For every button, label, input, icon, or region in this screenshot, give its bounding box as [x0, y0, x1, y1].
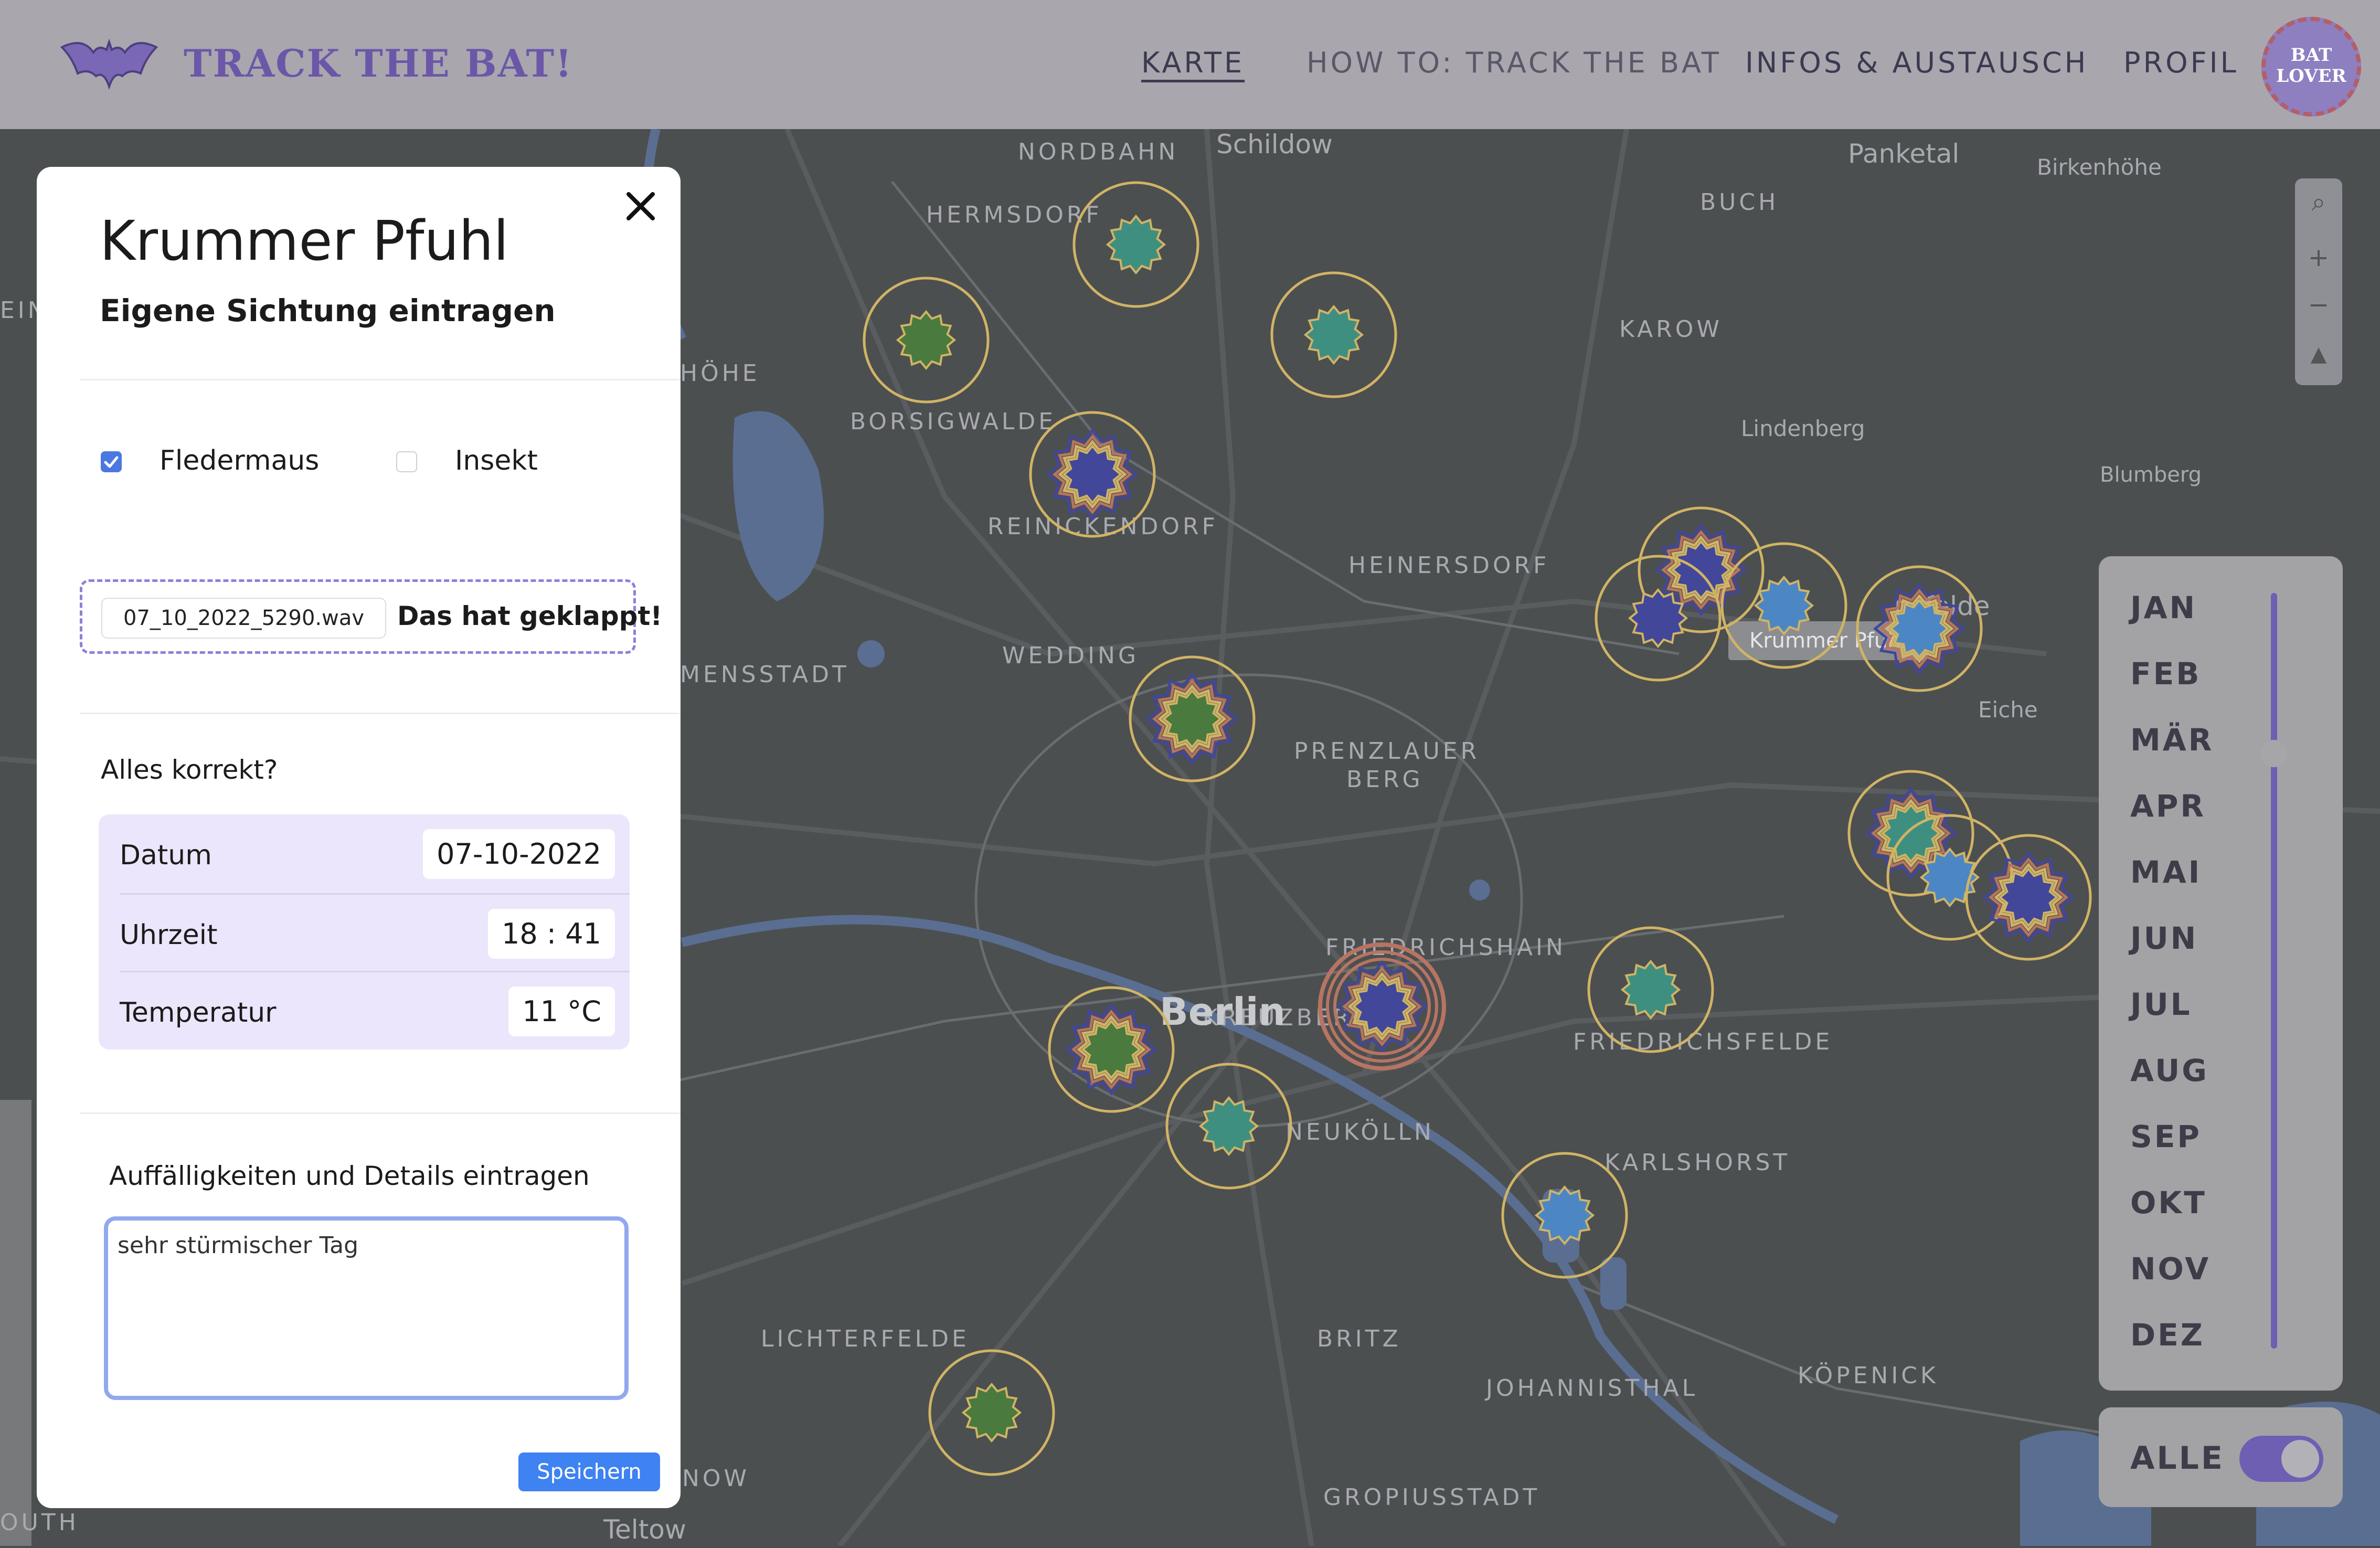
sighting-star[interactable]: [961, 1382, 1022, 1443]
bat-logo-icon[interactable]: [57, 31, 162, 100]
month-slider-track[interactable]: [2271, 593, 2277, 1349]
checkbox-fledermaus[interactable]: [101, 451, 122, 472]
checkmark-icon: [104, 456, 119, 468]
time-field[interactable]: 18 : 41: [488, 909, 615, 959]
avatar-line1: BAT: [2290, 45, 2332, 66]
alle-toggle[interactable]: [2239, 1436, 2323, 1482]
map-controls: ⌕ + − ▲: [2295, 178, 2342, 385]
checkbox-fledermaus-label[interactable]: Fledermaus: [160, 445, 319, 476]
map-search-icon[interactable]: ⌕: [2295, 178, 2342, 226]
sighting-modal: Krummer Pfuhl Eigene Sichtung eintragen …: [37, 167, 681, 1508]
close-icon[interactable]: [622, 188, 659, 225]
compass-icon[interactable]: ▲: [2295, 331, 2342, 378]
month-sep[interactable]: SEP: [2130, 1119, 2202, 1154]
month-slider-handle[interactable]: [2260, 740, 2288, 767]
nav-profil[interactable]: PROFIL: [2123, 46, 2239, 79]
month-apr[interactable]: APR: [2130, 788, 2206, 824]
sighting-star[interactable]: [1198, 1096, 1259, 1157]
zoom-out-icon[interactable]: −: [2295, 281, 2342, 328]
detail-label: Uhrzeit: [120, 919, 218, 951]
month-jul[interactable]: JUL: [2130, 987, 2192, 1022]
alle-panel: ALLE: [2099, 1407, 2343, 1507]
notes-label: Auffälligkeiten und Details eintragen: [109, 1161, 590, 1191]
divider: [80, 379, 681, 380]
temperature-field[interactable]: 11 °C: [508, 987, 615, 1036]
file-name-chip[interactable]: 07_10_2022_5290.wav: [101, 598, 387, 639]
month-filter-panel: JAN FEB MÄR APR MAI JUN JUL AUG SEP OKT …: [2099, 556, 2343, 1391]
top-header: TRACK THE BAT! KARTE HOW TO: TRACK THE B…: [0, 0, 2380, 129]
month-nov[interactable]: NOV: [2130, 1251, 2211, 1287]
confirm-label: Alles korrekt?: [101, 755, 278, 785]
month-okt[interactable]: OKT: [2130, 1185, 2207, 1221]
save-button[interactable]: Speichern: [518, 1452, 660, 1491]
modal-subtitle: Eigene Sichtung eintragen: [100, 293, 556, 328]
alle-toggle-knob: [2281, 1440, 2319, 1478]
logo-text[interactable]: TRACK THE BAT!: [184, 41, 573, 86]
notes-textarea[interactable]: sehr stürmischer Tag: [104, 1216, 629, 1400]
divider: [80, 713, 681, 714]
month-jan[interactable]: JAN: [2130, 590, 2197, 625]
details-card: Datum 07-10-2022 Uhrzeit 18 : 41 Tempera…: [99, 814, 630, 1049]
detail-label: Datum: [120, 840, 212, 871]
detail-row-uhrzeit: Uhrzeit 18 : 41: [99, 894, 630, 973]
avatar-line2: LOVER: [2276, 66, 2346, 87]
checkbox-insekt-label[interactable]: Insekt: [455, 445, 538, 476]
detail-label: Temperatur: [120, 997, 277, 1029]
divider: [80, 1112, 681, 1114]
month-feb[interactable]: FEB: [2130, 656, 2201, 692]
sighting-star[interactable]: [1534, 1185, 1595, 1246]
month-aug[interactable]: AUG: [2130, 1053, 2209, 1088]
detail-row-temperatur: Temperatur 11 °C: [99, 972, 630, 1051]
month-jun[interactable]: JUN: [2130, 920, 2198, 956]
file-upload-status: Das hat geklappt!: [397, 601, 663, 631]
detail-row-datum: Datum 07-10-2022: [99, 814, 630, 893]
sighting-star[interactable]: [1106, 214, 1166, 275]
sighting-star[interactable]: [1303, 304, 1364, 365]
nav-how-to[interactable]: HOW TO: TRACK THE BAT: [1306, 46, 1722, 79]
sighting-star[interactable]: [896, 310, 957, 370]
zoom-in-icon[interactable]: +: [2295, 234, 2342, 281]
date-field[interactable]: 07-10-2022: [423, 829, 615, 879]
nav-karte[interactable]: KARTE: [1141, 46, 1245, 79]
avatar[interactable]: BAT LOVER: [2261, 17, 2361, 116]
nav-infos-austausch[interactable]: INFOS & AUSTAUSCH: [1745, 46, 2088, 79]
month-mar[interactable]: MÄR: [2130, 722, 2214, 758]
sighting-star[interactable]: [1620, 959, 1681, 1020]
alle-label: ALLE: [2130, 1440, 2225, 1477]
modal-title: Krummer Pfuhl: [100, 209, 509, 273]
month-mai[interactable]: MAI: [2130, 854, 2202, 890]
month-dez[interactable]: DEZ: [2130, 1317, 2205, 1353]
file-drop-zone[interactable]: 07_10_2022_5290.wav Das hat geklappt!: [80, 579, 662, 654]
sighting-star[interactable]: [1754, 575, 1814, 636]
checkbox-insekt[interactable]: [396, 451, 417, 472]
